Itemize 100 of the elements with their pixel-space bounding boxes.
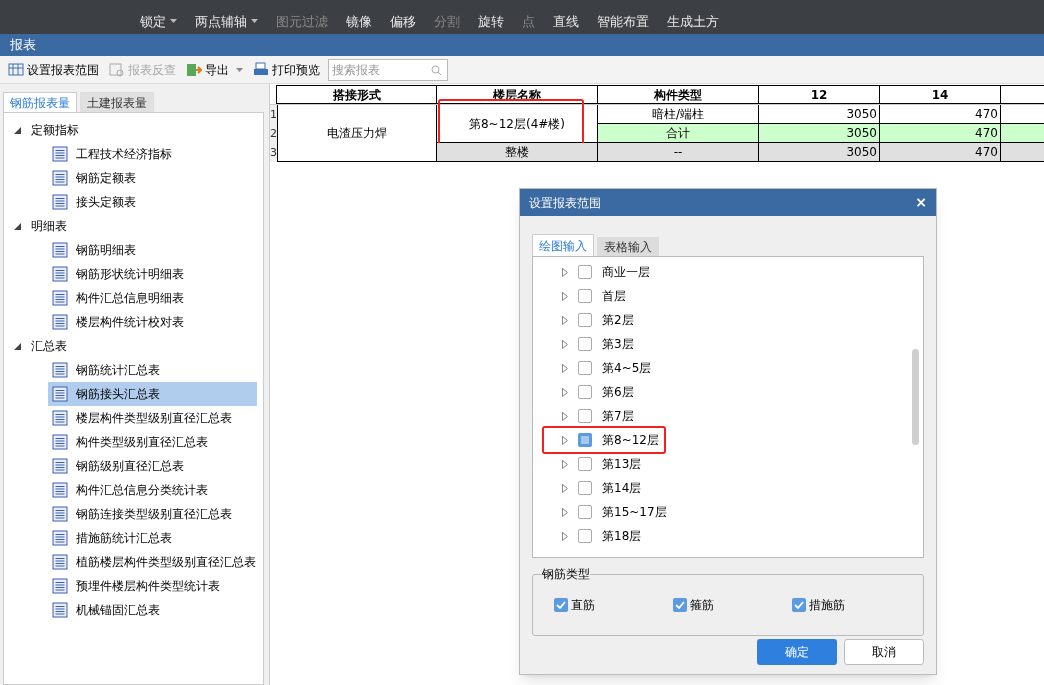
ribbon-button[interactable]: 偏移 <box>390 11 416 31</box>
expander-icon <box>562 531 568 541</box>
checkbox[interactable] <box>578 457 592 471</box>
document-list-icon <box>52 194 68 210</box>
document-list-icon <box>52 482 68 498</box>
column-header: 12 <box>759 86 880 104</box>
document-list-icon <box>52 506 68 522</box>
document-list-icon <box>52 578 68 594</box>
checkbox[interactable] <box>578 289 592 303</box>
report-item[interactable]: 构件类型级别直径汇总表 <box>48 430 257 454</box>
checkbox[interactable] <box>578 529 592 543</box>
checkbox[interactable] <box>578 409 592 423</box>
document-list-icon <box>52 266 68 282</box>
floor-label: 第6层 <box>602 384 634 401</box>
tree-category[interactable]: 汇总表 <box>4 334 67 358</box>
floor-label: 第8~12层 <box>602 432 659 449</box>
floor-label: 商业一层 <box>602 264 650 281</box>
floor-label: 第18层 <box>602 528 642 545</box>
checkbox-label: 直筋 <box>571 597 595 614</box>
tree-category[interactable]: 明细表 <box>4 214 67 238</box>
row-number: 2 <box>270 124 277 143</box>
checkbox[interactable] <box>578 433 592 447</box>
report-item[interactable]: 钢筋连接类型级别直径汇总表 <box>48 502 257 526</box>
document-list-icon <box>52 554 68 570</box>
report-item[interactable]: 措施筋统计汇总表 <box>48 526 257 550</box>
expander-icon <box>562 411 568 421</box>
grid-icon <box>8 61 24 78</box>
expander-icon <box>562 267 568 277</box>
toolbar-button[interactable]: 打印预览 <box>251 60 322 79</box>
report-item[interactable]: 钢筋级别直径汇总表 <box>48 454 257 478</box>
checkbox-label: 措施筋 <box>809 597 845 614</box>
floor-label: 第7层 <box>602 408 634 425</box>
document-list-icon <box>52 290 68 306</box>
document-list-icon <box>52 602 68 618</box>
close-button[interactable]: × <box>915 192 927 213</box>
document-list-icon <box>52 146 68 162</box>
report-item[interactable]: 构件汇总信息明细表 <box>48 286 257 310</box>
ribbon-button[interactable]: 生成土方 <box>667 11 719 31</box>
dialog-title: 设置报表范围 <box>529 194 601 212</box>
report-item[interactable]: 构件汇总信息分类统计表 <box>48 478 257 502</box>
ribbon-button[interactable]: 镜像 <box>346 11 372 31</box>
report-item[interactable]: 楼层构件统计校对表 <box>48 310 257 334</box>
report-item[interactable]: 楼层构件类型级别直径汇总表 <box>48 406 257 430</box>
spreadsheet-export-icon <box>186 61 202 78</box>
toolbar-button[interactable]: 导出 <box>184 60 245 79</box>
table-cell: 整楼 <box>437 143 598 162</box>
expander-icon <box>562 435 568 445</box>
dialog-tab[interactable]: 表格输入 <box>597 237 659 256</box>
checkbox[interactable] <box>554 598 568 612</box>
ribbon-button[interactable]: 锁定 <box>140 11 177 31</box>
search-field[interactable]: 搜索报表 <box>328 58 448 81</box>
expander-icon <box>562 339 568 349</box>
checkbox[interactable] <box>578 265 592 279</box>
checkbox[interactable] <box>578 505 592 519</box>
floor-label: 第13层 <box>602 456 642 473</box>
floor-label: 第15~17层 <box>602 504 667 521</box>
sidebar-tab[interactable]: 土建报表量 <box>80 92 154 112</box>
ribbon-button[interactable]: 智能布置 <box>597 11 649 31</box>
cancel-button[interactable]: 取消 <box>844 639 924 665</box>
table-cell: 3050 <box>759 143 880 162</box>
report-item[interactable]: 钢筋明细表 <box>48 238 257 262</box>
ribbon-button[interactable]: 两点辅轴 <box>195 11 258 31</box>
checkbox[interactable] <box>673 598 687 612</box>
checkbox[interactable] <box>578 361 592 375</box>
report-item[interactable]: 预埋件楼层构件类型统计表 <box>48 574 257 598</box>
sidebar-tab[interactable]: 钢筋报表量 <box>3 92 77 112</box>
checkbox[interactable] <box>578 337 592 351</box>
report-item[interactable]: 接头定额表 <box>48 190 257 214</box>
printer-icon <box>253 61 269 78</box>
panel-title: 报表 <box>10 36 36 55</box>
document-list-icon <box>52 434 68 450</box>
checkbox[interactable] <box>792 598 806 612</box>
report-item[interactable]: 工程技术经济指标 <box>48 142 257 166</box>
ribbon-button[interactable]: 直线 <box>553 11 579 31</box>
checkbox[interactable] <box>578 481 592 495</box>
toolbar-button[interactable]: 设置报表范围 <box>6 60 101 79</box>
report-item[interactable]: 钢筋统计汇总表 <box>48 358 257 382</box>
tree-category[interactable]: 定额指标 <box>4 118 79 142</box>
group-title: 钢筋类型 <box>542 565 590 583</box>
floor-label: 第14层 <box>602 480 642 497</box>
caret-icon <box>251 19 258 24</box>
search-icon <box>431 64 442 76</box>
checkbox[interactable] <box>578 313 592 327</box>
report-item[interactable]: 钢筋接头汇总表 <box>48 382 257 406</box>
dialog-tab[interactable]: 绘图输入 <box>532 234 594 256</box>
ribbon-button[interactable]: 旋转 <box>478 11 504 31</box>
report-item[interactable]: 机械锚固汇总表 <box>48 598 257 622</box>
document-list-icon <box>52 242 68 258</box>
expander-icon <box>562 483 568 493</box>
column-header: 搭接形式 <box>277 86 437 104</box>
confirm-button[interactable]: 确定 <box>757 639 837 665</box>
checkbox-label: 箍筋 <box>690 597 714 614</box>
report-item[interactable]: 钢筋定额表 <box>48 166 257 190</box>
report-item[interactable]: 钢筋形状统计明细表 <box>48 262 257 286</box>
document-list-icon <box>52 170 68 186</box>
expander-icon <box>562 459 568 469</box>
checkbox[interactable] <box>578 385 592 399</box>
report-item[interactable]: 植筋楼层构件类型级别直径汇总表 <box>48 550 257 574</box>
expander-icon <box>562 507 568 517</box>
floor-label: 第4~5层 <box>602 360 652 377</box>
